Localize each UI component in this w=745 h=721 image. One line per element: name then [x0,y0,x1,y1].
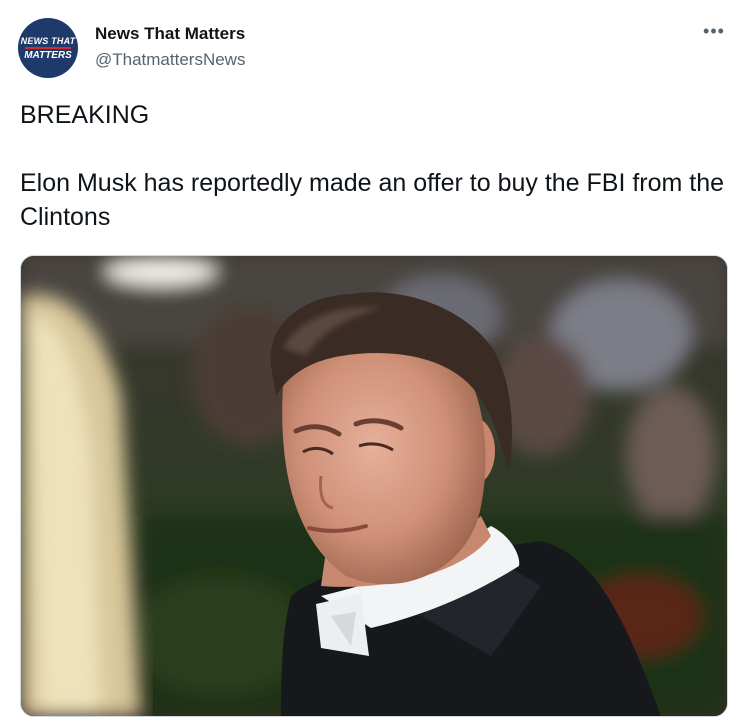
account-name[interactable]: News That Matters [95,24,245,44]
account-handle[interactable]: @ThatmattersNews [95,50,245,70]
avatar-logo-bar [25,46,71,49]
photo-illustration [21,256,727,716]
avatar-logo-line1: NEWS THAT [20,35,76,46]
avatar-logo-line2: MATTERS [24,49,72,61]
more-horizontal-icon[interactable]: ••• [700,22,728,46]
avatar[interactable]: NEWS THAT MATTERS [18,18,78,78]
tweet-media-photo[interactable] [20,255,728,717]
tweet-card: NEWS THAT MATTERS News That Matters @Tha… [0,0,745,721]
tweet-text: BREAKING Elon Musk has reportedly made a… [20,101,725,231]
